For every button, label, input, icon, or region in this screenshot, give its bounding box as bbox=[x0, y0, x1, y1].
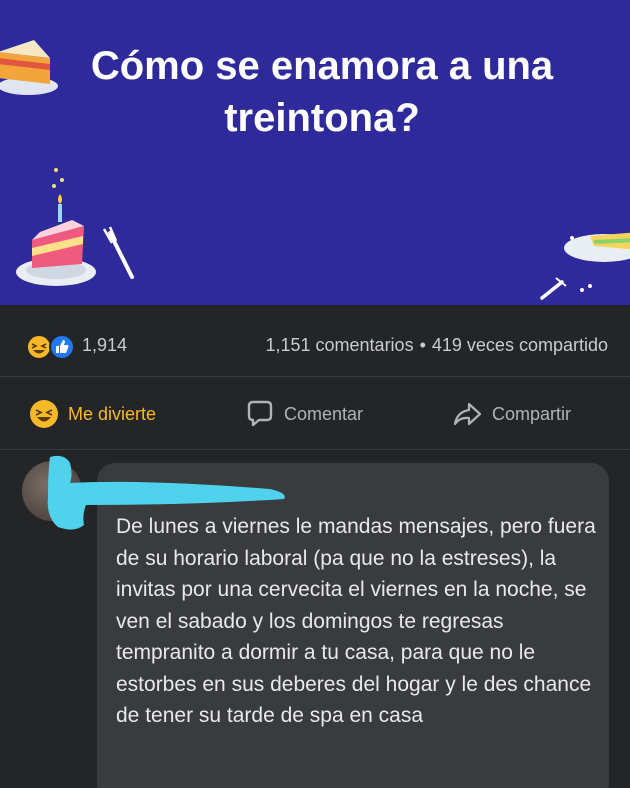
post-stats: 1,914 1,151 comentarios • 419 veces compar… bbox=[0, 305, 630, 377]
share-count[interactable]: 419 veces compartido bbox=[432, 335, 608, 355]
comment-bubble-icon bbox=[247, 400, 273, 427]
post-image[interactable]: Cómo se enamora a una treintona? bbox=[0, 0, 630, 305]
reaction-count[interactable]: 1,914 bbox=[82, 335, 127, 356]
comment-label: Comentar bbox=[284, 403, 364, 424]
small-fork-icon bbox=[540, 277, 592, 300]
engagement-summary: 1,151 comentarios • 419 veces compartido bbox=[265, 335, 608, 356]
like-icon bbox=[49, 334, 75, 360]
comment-text: De lunes a viernes le mandas mensajes, p… bbox=[116, 515, 596, 727]
react-button[interactable]: Me divierte bbox=[28, 398, 156, 430]
haha-icon bbox=[26, 334, 52, 360]
post-actions: Me divierte Comentar Compartir bbox=[0, 378, 630, 450]
plate-icon bbox=[564, 232, 630, 262]
share-arrow-icon bbox=[453, 402, 482, 426]
share-label: Compartir bbox=[492, 403, 572, 424]
post-title: Cómo se enamora a una treintona? bbox=[90, 44, 554, 140]
comment-button[interactable]: Comentar bbox=[244, 398, 363, 430]
haha-icon bbox=[30, 400, 58, 428]
name-redaction-scribble bbox=[47, 455, 285, 530]
share-button[interactable]: Compartir bbox=[452, 398, 571, 430]
separator: • bbox=[419, 335, 426, 355]
birthday-cake-icon bbox=[16, 168, 96, 286]
fork-icon bbox=[102, 226, 134, 279]
comment-count[interactable]: 1,151 comentarios bbox=[265, 335, 413, 355]
reaction-icons[interactable] bbox=[26, 334, 76, 360]
comment: De lunes a viernes le mandas mensajes, p… bbox=[0, 451, 630, 788]
react-label: Me divierte bbox=[68, 403, 157, 424]
